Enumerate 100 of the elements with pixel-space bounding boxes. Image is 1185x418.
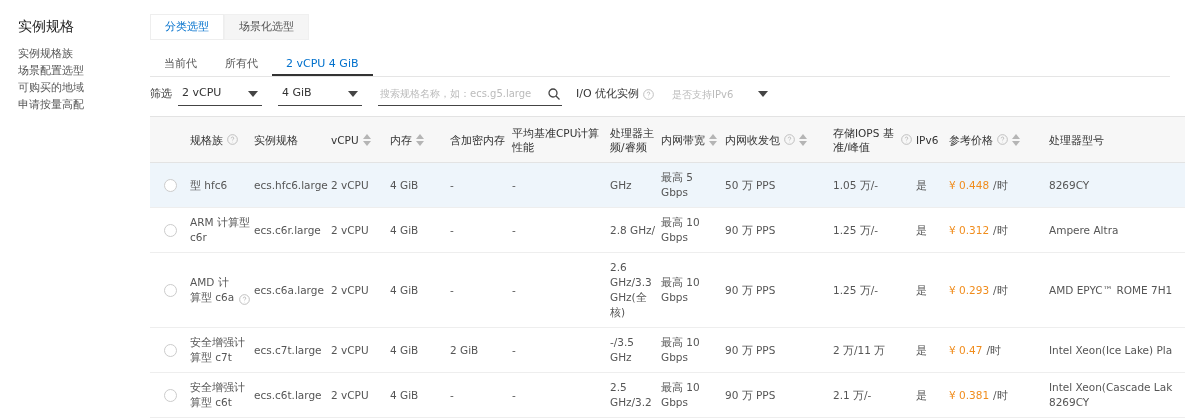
table-cell: ecs.c7t.large (254, 342, 322, 358)
column-header: 内网收发包 (725, 132, 780, 147)
sidebar-link[interactable]: 申请按量高配 (18, 96, 150, 113)
table-cell: 50 万 PPS (725, 177, 776, 193)
table-cell: 2 vCPU (331, 177, 369, 193)
table-cell: 2 vCPU (331, 222, 369, 238)
table-cell-text: 2.5 GHz/3.2 (610, 380, 653, 410)
column-header: 存储IOPS 基准/峰值 (833, 125, 895, 154)
table-cell: 1.05 万/- (833, 177, 879, 193)
radio-button[interactable] (163, 283, 177, 297)
table-cell: - (450, 282, 454, 298)
table-cell-text: 2.6 GHz/3.3 GHz(全核) (610, 260, 653, 320)
table-cell: ARM 计算型 c6r (190, 215, 250, 245)
caret-icon (348, 90, 358, 97)
table-cell: 2 GiB (450, 342, 479, 358)
column-header: 含加密内存 (450, 132, 505, 147)
table-cell: Intel Xeon(Cascade Lak 8269CY (1049, 380, 1173, 410)
tab[interactable]: 场景化选型 (224, 14, 309, 40)
table-cell: ecs.c6a.large (254, 282, 324, 298)
table-cell: - (450, 387, 454, 403)
caret-icon (758, 91, 769, 97)
table-cell: 1.25 万/- (833, 222, 879, 238)
sidebar-link[interactable]: 场景配置选型 (18, 62, 150, 79)
price-unit: /时 (993, 178, 1008, 191)
table-cell: 90 万 PPS (725, 222, 776, 238)
table-cell: GHz (610, 177, 632, 193)
price-amount: ¥ 0.293 (949, 283, 990, 296)
table-cell: ecs.c6r.large (254, 222, 321, 238)
tab[interactable]: 当前代 (150, 54, 211, 76)
sort-icon[interactable] (416, 133, 424, 146)
table-cell: 2 vCPU (331, 282, 369, 298)
filter-label: 筛选 (150, 85, 172, 102)
table-cell: 2.8 GHz/ (610, 222, 656, 238)
radio-button[interactable] (163, 343, 177, 357)
column-header: 内网带宽 (661, 132, 705, 147)
table-cell: 90 万 PPS (725, 282, 776, 298)
column-header: 实例规格 (254, 132, 298, 147)
caret-icon (248, 90, 258, 97)
table-cell: 是 (916, 387, 927, 403)
help-icon (784, 134, 795, 145)
tab[interactable]: 所有代 (211, 54, 272, 76)
tab[interactable]: 分类选型 (150, 14, 224, 40)
price-amount: ¥ 0.448 (949, 178, 990, 191)
table-cell: 2 vCPU (331, 342, 369, 358)
tab[interactable]: 2 vCPU 4 GiB (272, 54, 373, 76)
table-cell: Ampere Altra (1049, 222, 1119, 238)
table-cell: 是 (916, 282, 927, 298)
price-unit: /时 (993, 283, 1008, 296)
help-icon (901, 134, 912, 145)
price-unit: /时 (993, 223, 1008, 236)
column-header: 处理器主频/睿频 (610, 125, 655, 154)
table-cell: AMD EPYC™ ROME 7H1 (1049, 282, 1173, 298)
price-unit: /时 (986, 343, 1001, 356)
sidebar-link[interactable]: 实例规格族 (18, 45, 150, 62)
radio-button[interactable] (163, 388, 177, 402)
table-cell: 4 GiB (390, 387, 419, 403)
column-header: 规格族 (190, 132, 223, 147)
table-cell: 8269CY (1049, 177, 1090, 193)
table-cell: - (512, 177, 516, 193)
column-header: 内存 (390, 132, 412, 147)
select-field[interactable]: 2 vCPU (178, 82, 262, 106)
table-cell: 型 hfc6 (190, 177, 228, 193)
table-cell: 1.25 万/- (833, 282, 879, 298)
table-cell-text: 最高 10 Gbps (661, 380, 701, 410)
select-field[interactable]: 4 GiB (278, 82, 362, 106)
sort-icon[interactable] (1012, 133, 1020, 146)
sort-icon[interactable] (799, 133, 807, 146)
help-icon (227, 134, 238, 145)
table-cell: - (512, 342, 516, 358)
price-unit: /时 (993, 388, 1008, 401)
io-option-label[interactable]: I/O 优化实例 (576, 85, 655, 103)
table-cell-text: 最高 10 Gbps (661, 335, 701, 365)
search-field[interactable]: 搜索规格名称，如：ecs.g5.large (378, 82, 562, 106)
sort-icon[interactable] (362, 133, 371, 146)
table-cell: 是 (916, 342, 927, 358)
table-cell: 4 GiB (390, 222, 419, 238)
table-cell: 是 (916, 177, 927, 193)
table-cell: - (450, 177, 454, 193)
table-cell-text: -/3.5 GHz (610, 335, 636, 365)
table-row[interactable]: 型 hfc6 ecs.hfc6.large 2 vCPU 4 GiB - - GHz 最高 5 Gbps 50 万 PPS 1.05 万/- 是 ¥ 0.448 /时 8269CY (150, 163, 1185, 208)
help-icon (997, 134, 1008, 145)
table-cell: 4 GiB (390, 282, 419, 298)
price-amount: ¥ 0.47 (949, 343, 983, 356)
table-cell: - (512, 222, 516, 238)
search-icon[interactable] (548, 87, 560, 100)
table-cell: 4 GiB (390, 342, 419, 358)
table-cell: 2 vCPU (331, 387, 369, 403)
table-cell: 2.1 万/- (833, 387, 872, 403)
table-cell-text: 安全增强计算型 c7t (190, 335, 246, 365)
column-header: 参考价格 (949, 132, 993, 147)
sort-icon[interactable] (709, 133, 717, 146)
radio-button[interactable] (163, 223, 177, 237)
sidebar-link[interactable]: 可购买的地域 (18, 79, 150, 96)
column-header: 平均基准CPU计算性能 (512, 125, 601, 154)
table-cell: 4 GiB (390, 177, 419, 193)
column-header: IPv6 (916, 132, 939, 147)
radio-button[interactable] (163, 178, 177, 192)
table-cell-text: 最高 10 Gbps (661, 275, 701, 305)
sidebar-title: 实例规格 (18, 17, 75, 36)
table-cell: - (450, 222, 454, 238)
